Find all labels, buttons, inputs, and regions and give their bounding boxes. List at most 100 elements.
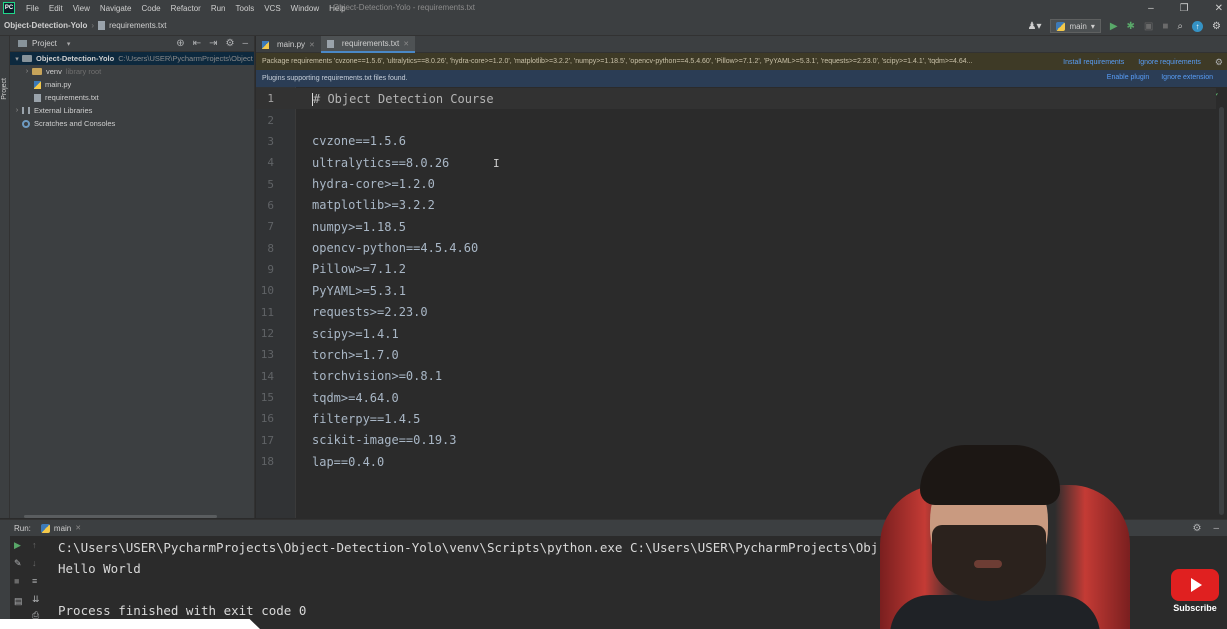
bottom-tool-stripe bbox=[0, 536, 10, 629]
coverage-icon[interactable]: ▣ bbox=[1144, 21, 1153, 32]
project-panel-title[interactable]: Project bbox=[32, 39, 57, 48]
run-tab-main[interactable]: main ✕ bbox=[40, 523, 81, 533]
rerun-icon[interactable]: ▶ bbox=[14, 540, 21, 551]
expand-all-icon[interactable]: ⇥ bbox=[209, 38, 217, 49]
minimize-icon[interactable]: – bbox=[1148, 3, 1154, 14]
wrench-icon[interactable]: ✎ bbox=[14, 558, 22, 569]
line-number: 4 bbox=[267, 156, 274, 170]
stop-icon[interactable]: ■ bbox=[1162, 21, 1168, 32]
menu-refactor[interactable]: Refactor bbox=[166, 4, 206, 13]
user-icon[interactable]: ♟▾ bbox=[1027, 21, 1041, 32]
scroll-down-icon[interactable]: ↓ bbox=[32, 558, 37, 568]
menu-vcs[interactable]: VCS bbox=[259, 4, 285, 13]
python-file-icon bbox=[34, 80, 41, 89]
tree-item-external-libraries[interactable]: › External Libraries bbox=[10, 104, 254, 117]
line-text: Pillow>=7.1.2 bbox=[312, 262, 406, 277]
menu-run[interactable]: Run bbox=[206, 4, 231, 13]
hide-icon[interactable]: – bbox=[242, 38, 248, 49]
menu-file[interactable]: File bbox=[21, 4, 44, 13]
line-number: 12 bbox=[260, 327, 274, 341]
hide-icon[interactable]: – bbox=[1213, 523, 1219, 534]
enable-plugin-link[interactable]: Enable plugin bbox=[1107, 74, 1149, 81]
library-icon bbox=[22, 107, 30, 114]
install-requirements-link[interactable]: Install requirements bbox=[1063, 59, 1124, 66]
requirements-banner: Package requirements 'cvzone==1.5.6', 'u… bbox=[256, 53, 1227, 70]
editor-line[interactable]: 5 hydra-core>=1.2.0 bbox=[256, 173, 1216, 194]
restore-icon[interactable]: ❐ bbox=[1180, 3, 1189, 14]
line-number: 6 bbox=[267, 198, 274, 212]
settings-icon[interactable]: ⚙ bbox=[1212, 21, 1221, 32]
breadcrumb-project[interactable]: Object-Detection-Yolo bbox=[0, 21, 87, 30]
horizontal-scrollbar[interactable] bbox=[24, 515, 217, 518]
editor-line[interactable]: 11 requests>=2.23.0 bbox=[256, 302, 1216, 323]
gear-icon[interactable]: ⚙ bbox=[225, 38, 234, 49]
editor-line[interactable]: 6 matplotlib>=3.2.2 bbox=[256, 195, 1216, 216]
close-tab-icon[interactable]: ✕ bbox=[309, 41, 315, 49]
tree-item-label: requirements.txt bbox=[45, 93, 99, 102]
close-icon[interactable]: ✕ bbox=[1215, 3, 1223, 14]
ignore-requirements-link[interactable]: Ignore requirements bbox=[1138, 59, 1201, 66]
tree-item-requirements[interactable]: requirements.txt bbox=[10, 91, 254, 104]
editor-line[interactable]: 16 filterpy==1.4.5 bbox=[256, 408, 1216, 429]
tree-item-project-root[interactable]: ▾ Object-Detection-Yolo C:\Users\USER\Py… bbox=[10, 52, 254, 65]
line-number: 3 bbox=[267, 134, 274, 148]
debug-icon[interactable]: ✱ bbox=[1127, 21, 1135, 32]
line-number: 16 bbox=[260, 412, 274, 426]
editor-line[interactable]: 10 PyYAML>=5.3.1 bbox=[256, 280, 1216, 301]
editor-line[interactable]: 1 # Object Detection Course bbox=[256, 88, 1216, 110]
gear-icon[interactable]: ⚙ bbox=[1215, 57, 1223, 68]
menu-code[interactable]: Code bbox=[136, 4, 165, 13]
editor-line[interactable]: 2 bbox=[256, 109, 1216, 130]
menu-navigate[interactable]: Navigate bbox=[95, 4, 137, 13]
folder-icon bbox=[18, 40, 27, 47]
search-icon[interactable]: ⌕ bbox=[1177, 21, 1183, 32]
collapse-all-icon[interactable]: ⇤ bbox=[193, 38, 201, 49]
breadcrumb-file[interactable]: requirements.txt bbox=[98, 21, 166, 30]
close-tab-icon[interactable]: ✕ bbox=[75, 524, 81, 532]
vertical-scrollbar[interactable] bbox=[1219, 107, 1224, 515]
chevron-down-icon: ▾ bbox=[1090, 21, 1095, 31]
chevron-right-icon[interactable]: › bbox=[12, 107, 22, 114]
youtube-icon bbox=[1171, 569, 1219, 601]
line-text: hydra-core>=1.2.0 bbox=[312, 177, 435, 192]
menu-edit[interactable]: Edit bbox=[44, 4, 68, 13]
python-icon bbox=[1056, 21, 1066, 31]
chevron-down-icon[interactable]: ▾ bbox=[12, 55, 22, 63]
run-config-selector[interactable]: main ▾ bbox=[1050, 19, 1101, 33]
locate-file-icon[interactable]: ⊕ bbox=[176, 38, 184, 49]
update-icon[interactable]: ↑ bbox=[1192, 20, 1204, 32]
menu-tools[interactable]: Tools bbox=[231, 4, 260, 13]
run-icon[interactable]: ▶ bbox=[1110, 21, 1118, 32]
editor-line[interactable]: 8 opencv-python==4.5.4.60 bbox=[256, 237, 1216, 258]
stop-icon[interactable]: ■ bbox=[14, 576, 19, 586]
tab-requirements-txt[interactable]: requirements.txt ✕ bbox=[320, 36, 416, 53]
tab-main-py[interactable]: main.py ✕ bbox=[256, 36, 321, 53]
editor-line[interactable]: 4 ultralytics==8.0.26 bbox=[256, 152, 1216, 173]
editor-line[interactable]: 3 cvzone==1.5.6 bbox=[256, 131, 1216, 152]
line-text: filterpy==1.4.5 bbox=[312, 411, 421, 426]
editor-line[interactable]: 14 torchvision>=0.8.1 bbox=[256, 366, 1216, 387]
line-number: 9 bbox=[267, 262, 274, 276]
line-text: # Object Detection Course bbox=[290, 92, 494, 106]
menu-window[interactable]: Window bbox=[286, 4, 324, 13]
editor-line[interactable]: 13 torch>=1.7.0 bbox=[256, 344, 1216, 365]
layout-icon[interactable]: ▤ bbox=[14, 596, 23, 607]
ignore-extension-link[interactable]: Ignore extension bbox=[1161, 74, 1213, 81]
tree-item-scratches[interactable]: Scratches and Consoles bbox=[10, 117, 254, 130]
project-tool-window-tab[interactable]: Project bbox=[1, 78, 8, 100]
editor-line[interactable]: 12 scipy>=1.4.1 bbox=[256, 323, 1216, 344]
chevron-down-icon[interactable]: ▾ bbox=[67, 40, 71, 48]
gear-icon[interactable]: ⚙ bbox=[1192, 523, 1201, 534]
editor-line[interactable]: 15 tqdm>=4.64.0 bbox=[256, 387, 1216, 408]
editor-line[interactable]: 7 numpy>=1.18.5 bbox=[256, 216, 1216, 237]
tree-item-venv[interactable]: › venv library root bbox=[10, 65, 254, 78]
scroll-up-icon[interactable]: ↑ bbox=[32, 540, 37, 550]
chevron-right-icon[interactable]: › bbox=[22, 68, 32, 75]
menu-view[interactable]: View bbox=[68, 4, 95, 13]
tree-item-main-py[interactable]: main.py bbox=[10, 78, 254, 91]
tree-item-label: main.py bbox=[45, 80, 72, 89]
close-tab-icon[interactable]: ✕ bbox=[403, 40, 409, 48]
editor-line[interactable]: 9 Pillow>=7.1.2 bbox=[256, 259, 1216, 280]
soft-wrap-icon[interactable]: ≡ bbox=[32, 576, 37, 586]
scroll-to-end-icon[interactable]: ⇊ bbox=[32, 594, 40, 605]
